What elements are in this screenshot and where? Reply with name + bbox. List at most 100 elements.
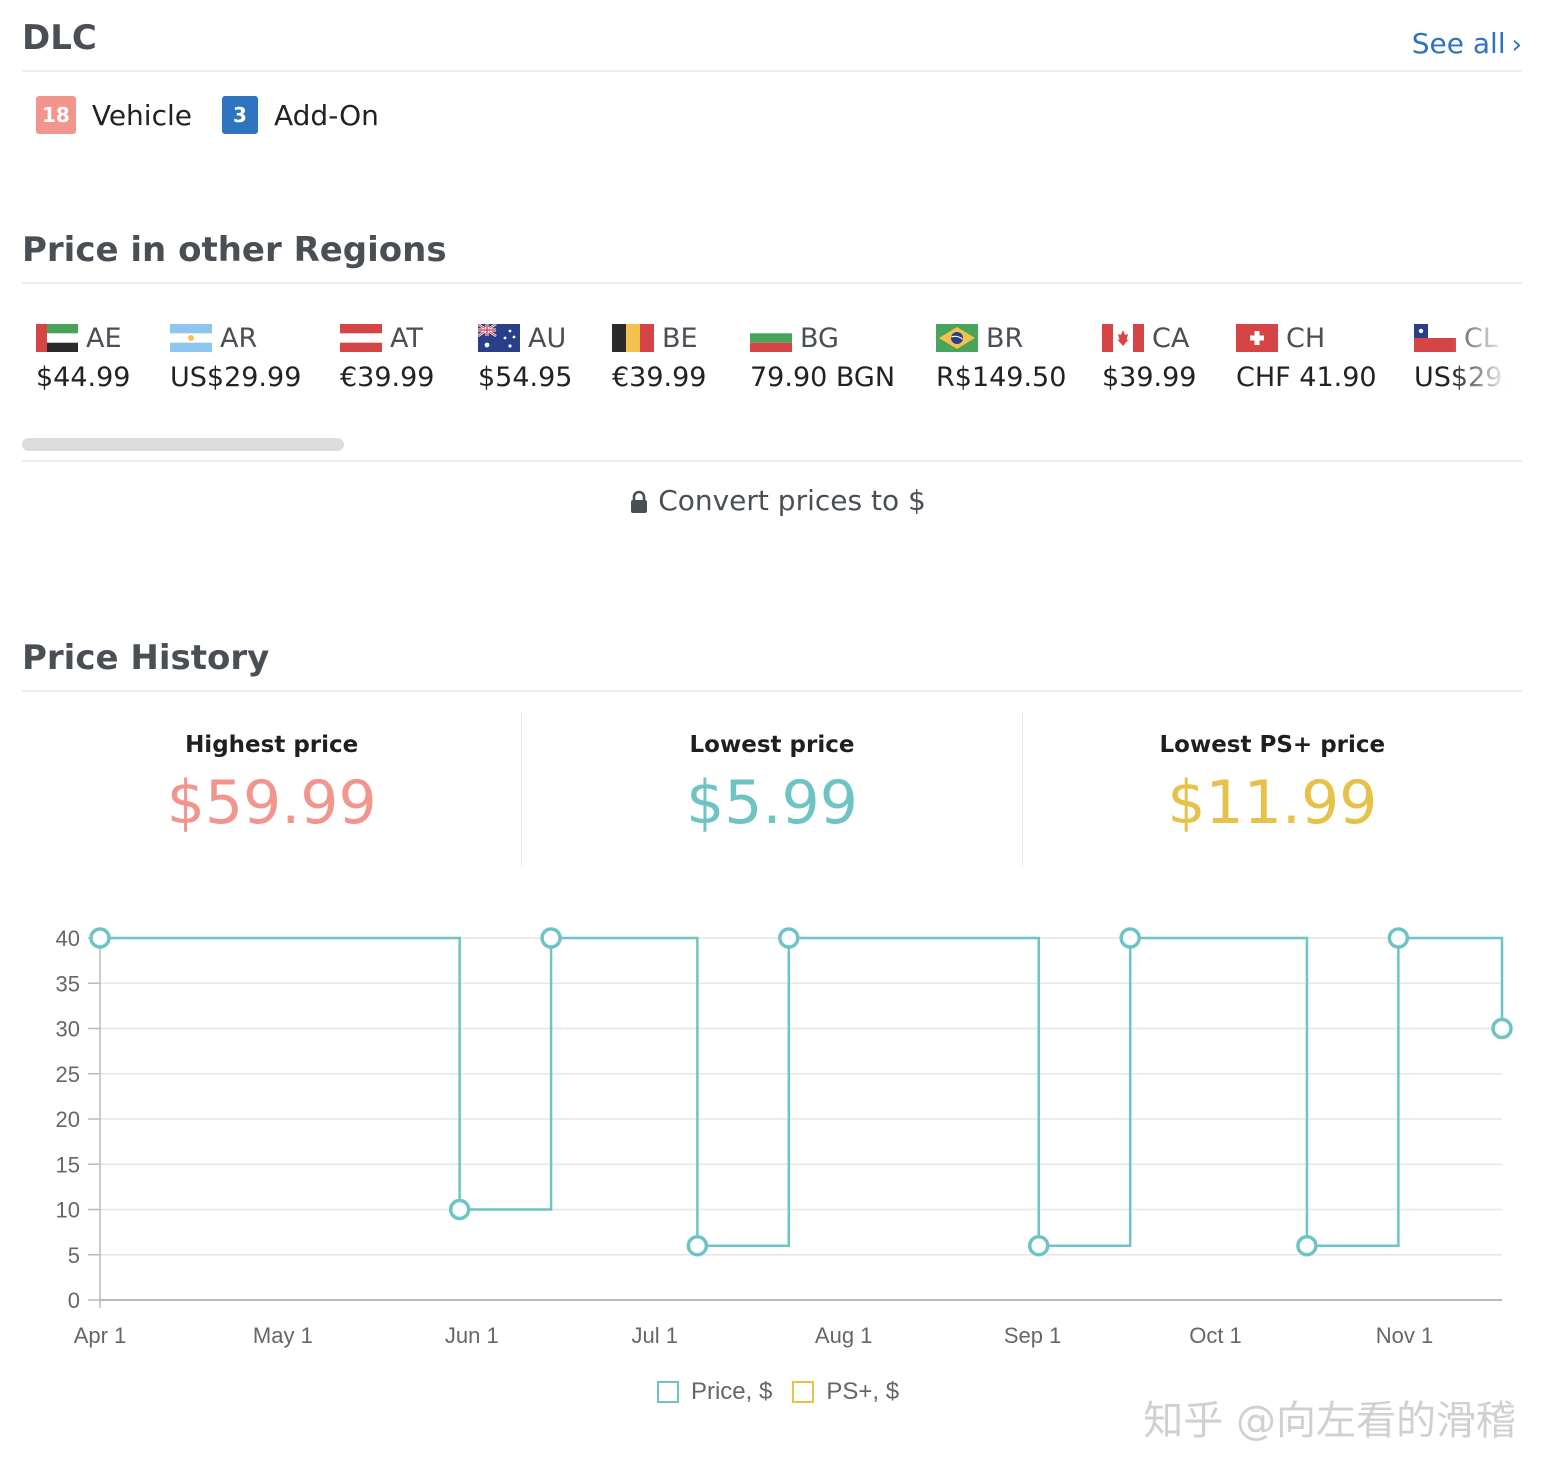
dlc-tag-add-on[interactable]: 3 Add-On (221, 96, 379, 134)
region-code: AU (528, 322, 567, 354)
region-code: AE (86, 322, 122, 354)
history-header: Price History (22, 618, 1522, 692)
flag-cl-icon (1414, 324, 1456, 352)
region-br[interactable]: BR R$149.50 (936, 320, 1066, 393)
regions-title: Price in other Regions (22, 230, 447, 270)
flag-ar-icon (170, 324, 212, 352)
region-code: BE (662, 322, 698, 354)
flag-au-icon (478, 324, 520, 352)
price-point (686, 1234, 709, 1257)
stat-label: Highest price (185, 732, 359, 758)
scroll-fade (1452, 300, 1522, 410)
price-point (540, 927, 562, 949)
flag-bg-icon (750, 324, 792, 352)
legend-swatch (792, 1381, 815, 1403)
region-price: 79.90 BGN (750, 362, 896, 393)
region-price: $39.99 (1102, 362, 1197, 393)
flag-ae-icon (36, 324, 78, 352)
region-ae[interactable]: AE $44.99 (36, 320, 130, 393)
dlc-tags: 18 Vehicle 3 Add-On (36, 96, 409, 134)
y-tick-label: 35 (56, 971, 80, 996)
y-tick-label: 0 (68, 1288, 80, 1313)
price-point (1027, 1234, 1050, 1257)
region-bg[interactable]: BG 79.90 BGN (750, 320, 895, 393)
stat-label: Lowest PS+ price (1159, 732, 1386, 758)
flag-be-icon (612, 324, 654, 352)
x-tick-label: Sep 1 (1004, 1323, 1062, 1348)
region-price: €39.99 (340, 362, 435, 393)
region-price: $54.95 (478, 362, 573, 393)
flag-at-icon (340, 324, 382, 352)
y-tick-label: 20 (56, 1107, 80, 1132)
stat-lowest-ps-plus: Lowest PS+ price $11.99 (1023, 712, 1522, 866)
stat-highest: Highest price $59.99 (22, 712, 523, 866)
y-tick-label: 40 (56, 926, 80, 951)
x-tick-label: Jul 1 (631, 1323, 677, 1348)
regions-scroller[interactable]: AE $44.99 AR US$29.99 AT €39.99 AU $54.9… (22, 300, 1522, 462)
stat-value: $59.99 (166, 768, 377, 838)
flag-ch-icon (1236, 324, 1278, 352)
convert-prices-label: Convert prices to $ (658, 484, 926, 517)
price-stats: Highest price $59.99 Lowest price $5.99 … (22, 712, 1522, 866)
price-point (448, 1198, 471, 1221)
region-code: CH (1286, 322, 1326, 354)
dlc-title: DLC (22, 18, 97, 58)
history-title: Price History (22, 638, 270, 678)
horizontal-scrollbar[interactable] (22, 438, 344, 451)
region-au[interactable]: AU $54.95 (478, 320, 572, 393)
lock-icon (631, 490, 648, 513)
stat-label: Lowest price (689, 732, 855, 758)
region-code: BG (800, 322, 839, 354)
price-point (89, 927, 111, 949)
flag-ca-icon (1102, 324, 1144, 352)
legend-item-ps-plus[interactable]: PS+, $ (792, 1378, 899, 1406)
region-code: AT (390, 322, 423, 354)
y-tick-label: 25 (56, 1062, 80, 1087)
region-code: BR (986, 322, 1024, 354)
see-all-label: See all (1411, 27, 1506, 60)
x-tick-label: Aug 1 (815, 1323, 873, 1348)
x-tick-label: Nov 1 (1376, 1323, 1433, 1348)
tag-label: Add-On (273, 98, 379, 132)
price-series-line (100, 936, 1504, 1247)
y-tick-label: 30 (56, 1017, 80, 1042)
region-price: R$149.50 (936, 362, 1067, 393)
region-ar[interactable]: AR US$29.99 (170, 320, 301, 393)
x-tick-label: May 1 (253, 1323, 313, 1348)
x-tick-label: Apr 1 (74, 1323, 127, 1348)
tag-label: Vehicle (91, 98, 192, 132)
price-point (778, 927, 800, 949)
regions-header: Price in other Regions (22, 210, 1522, 284)
price-point (1296, 1234, 1318, 1257)
region-ch[interactable]: CH CHF 41.90 (1236, 320, 1377, 393)
legend-label: PS+, $ (826, 1378, 900, 1405)
legend-item-price[interactable]: Price, $ (656, 1378, 773, 1406)
x-tick-label: Jun 1 (445, 1323, 499, 1348)
region-ca[interactable]: CA $39.99 (1102, 320, 1196, 393)
price-point (1387, 927, 1410, 949)
legend-label: Price, $ (690, 1378, 773, 1405)
price-point (1491, 1017, 1513, 1040)
dlc-tag-vehicle[interactable]: 18 Vehicle (36, 96, 192, 134)
stat-lowest: Lowest price $5.99 (522, 712, 1023, 866)
see-all-link[interactable]: See all › (1412, 27, 1522, 60)
price-history-chart[interactable]: 0 5 10 15 20 25 30 35 40 Apr 1 May 1 Jun 1 Jul 1 Aug … (0, 900, 1556, 1370)
region-at[interactable]: AT €39.99 (340, 320, 434, 393)
region-price: US$29.99 (170, 362, 302, 393)
convert-prices-button[interactable]: Convert prices to $ (0, 484, 1556, 517)
region-price: €39.99 (612, 362, 707, 393)
stat-value: $5.99 (686, 768, 858, 838)
watermark: 知乎 @向左看的滑稽 (1143, 1398, 1516, 1444)
count-badge: 18 (36, 96, 76, 134)
chevron-right-icon: › (1511, 30, 1522, 60)
stat-value: $11.99 (1167, 768, 1378, 838)
count-badge: 3 (221, 96, 258, 134)
y-tick-label: 10 (56, 1198, 80, 1223)
region-code: AR (220, 322, 258, 354)
y-tick-label: 5 (68, 1243, 80, 1268)
region-be[interactable]: BE €39.99 (612, 320, 706, 393)
y-tick-label: 15 (56, 1152, 80, 1177)
price-point (1119, 927, 1141, 949)
x-tick-label: Oct 1 (1189, 1323, 1242, 1348)
region-price: $44.99 (36, 362, 131, 393)
